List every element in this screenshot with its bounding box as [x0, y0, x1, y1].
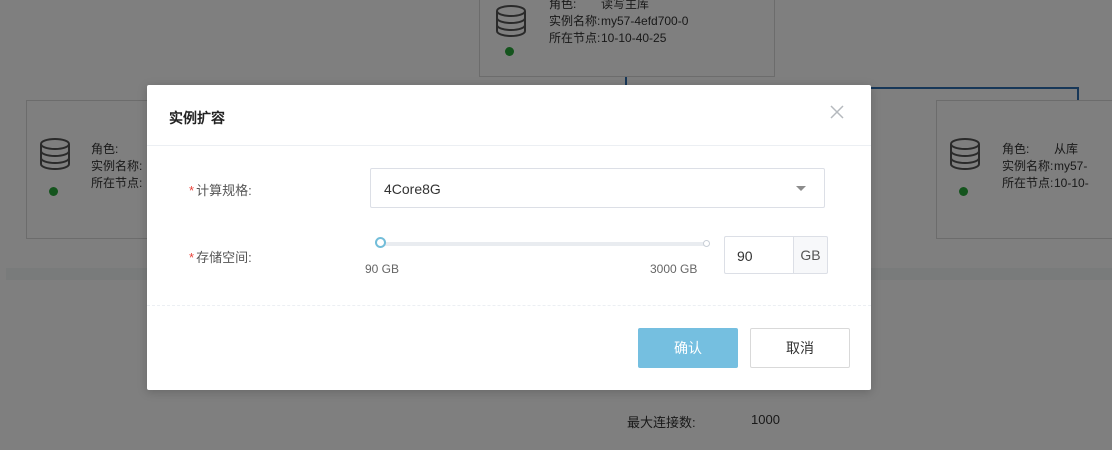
storage-slider-end-dot	[703, 240, 710, 247]
storage-slider-handle[interactable]	[375, 237, 386, 248]
cancel-button[interactable]: 取消	[750, 328, 850, 368]
slider-min-label: 90 GB	[365, 262, 400, 276]
storage-unit: GB	[793, 236, 828, 274]
storage-input-value: 90	[737, 248, 753, 264]
compute-spec-value: 4Core8G	[384, 181, 441, 197]
required-mark: *	[189, 183, 195, 198]
close-icon[interactable]	[827, 102, 847, 122]
dialog-title: 实例扩容	[169, 110, 225, 126]
storage-slider-track[interactable]	[380, 242, 707, 246]
slider-max-label: 3000 GB	[650, 262, 698, 276]
required-mark: *	[189, 250, 195, 265]
footer-divider	[147, 305, 871, 306]
storage-label: * 存储空间:	[189, 250, 252, 265]
compute-spec-select[interactable]: 4Core8G	[370, 168, 825, 208]
dialog-header: 实例扩容	[147, 85, 871, 146]
compute-spec-label: * 计算规格:	[189, 183, 252, 198]
scale-instance-dialog: 实例扩容 * 计算规格: 4Core8G * 存储空间: 90 GB 3000 GB…	[147, 85, 871, 390]
storage-input[interactable]: 90	[724, 236, 794, 274]
chevron-down-icon	[796, 186, 806, 191]
confirm-button[interactable]: 确认	[638, 328, 738, 368]
